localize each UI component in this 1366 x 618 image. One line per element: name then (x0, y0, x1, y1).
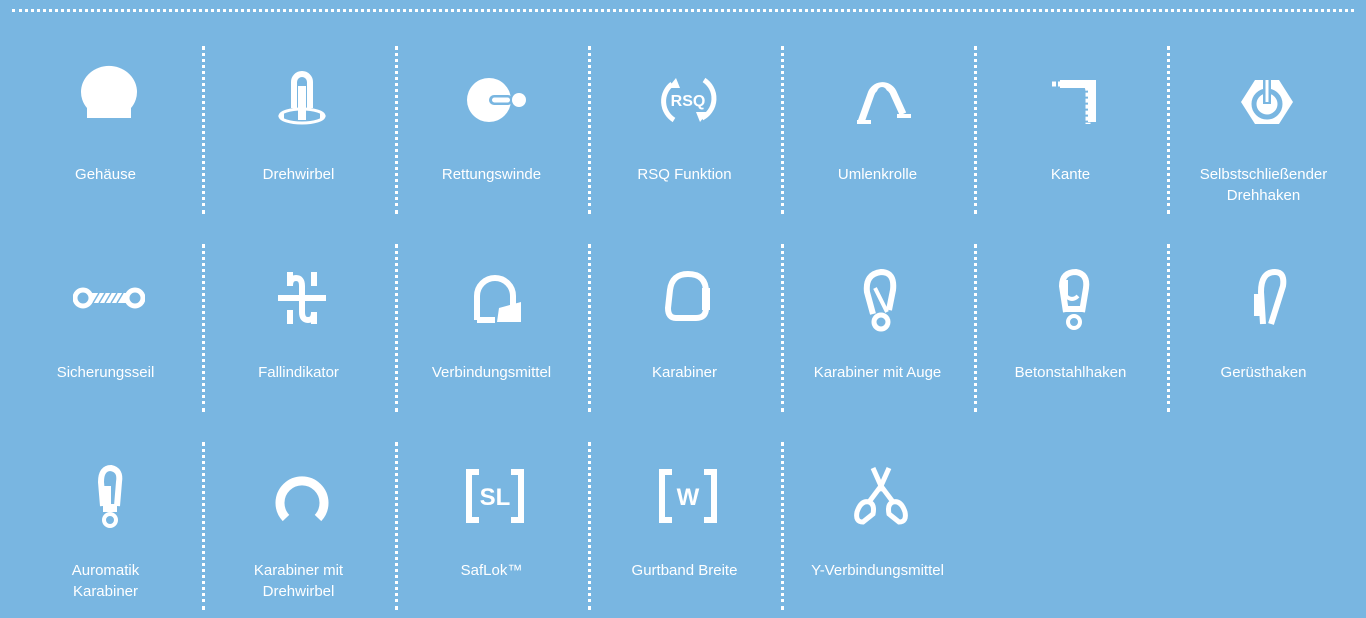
swivel-icon (266, 64, 338, 136)
svg-text:W: W (676, 484, 699, 511)
feature-icon-grid: Gehäuse Drehwirbel Rettungswinde RSQ RSQ… (12, 24, 1357, 618)
rsq-function-icon: RSQ (652, 64, 724, 136)
feature-label: Karabiner mit Auge (813, 364, 942, 381)
top-dotted-divider (12, 9, 1354, 12)
self-closing-swivel-hook-icon (1231, 64, 1303, 136)
feature-pulley: Umlenkrolle (784, 24, 977, 222)
feature-automatic-carabiner: Auromatik Karabiner (12, 420, 205, 618)
feature-label: Fallindikator (258, 364, 339, 381)
feature-label: Sicherungsseil (56, 364, 155, 381)
feature-saflok: SL SafLok™ (398, 420, 591, 618)
feature-rescue-winch: Rettungswinde (398, 24, 591, 222)
rescue-winch-icon (459, 64, 531, 136)
feature-y-lanyard: Y-Verbindungsmittel (784, 420, 977, 618)
feature-webbing-width: W Gurtband Breite (591, 420, 784, 618)
webbing-width-icon: W (652, 460, 724, 532)
feature-housing: Gehäuse (12, 24, 205, 222)
lifeline-cable-icon (72, 262, 145, 334)
feature-swivel: Drehwirbel (205, 24, 398, 222)
feature-label: Gerüsthaken (1220, 364, 1307, 381)
svg-text:SL: SL (479, 484, 510, 511)
automatic-carabiner-icon (73, 460, 145, 532)
saflok-icon: SL (459, 460, 531, 532)
feature-label: Auromatik Karabiner (71, 562, 140, 600)
feature-carabiner-with-eye: Karabiner mit Auge (784, 222, 977, 420)
feature-label: Selbstschließender Drehhaken (1199, 166, 1328, 204)
pulley-icon (845, 64, 917, 136)
feature-row: Sicherungsseil Fallindikator Verbindungs… (12, 222, 1357, 420)
housing-icon (73, 64, 145, 136)
fall-indicator-icon (266, 262, 338, 334)
feature-edge: Kante (977, 24, 1170, 222)
carabiner-icon (652, 262, 724, 334)
svg-text:RSQ: RSQ (670, 93, 705, 110)
rebar-hook-icon (1038, 262, 1110, 334)
feature-carabiner: Karabiner (591, 222, 784, 420)
feature-rebar-hook: Betonstahlhaken (977, 222, 1170, 420)
feature-label: Verbindungsmittel (431, 364, 552, 381)
feature-label: Karabiner mit Drehwirbel (253, 562, 344, 600)
feature-lanyard-connector: Verbindungsmittel (398, 222, 591, 420)
feature-row: Auromatik Karabiner Karabiner mit Drehwi… (12, 420, 1357, 618)
feature-label: Kante (1050, 166, 1091, 183)
feature-label: Betonstahlhaken (1014, 364, 1127, 381)
feature-scaffold-hook: Gerüsthaken (1170, 222, 1363, 420)
swivel-carabiner-icon (266, 460, 338, 532)
feature-label: Karabiner (651, 364, 718, 381)
feature-lifeline-cable: Sicherungsseil (12, 222, 205, 420)
feature-label: Gehäuse (75, 166, 136, 183)
feature-label: Rettungswinde (441, 166, 542, 183)
feature-swivel-carabiner: Karabiner mit Drehwirbel (205, 420, 398, 618)
edge-icon (1038, 64, 1110, 136)
feature-rsq-function: RSQ RSQ Funktion (591, 24, 784, 222)
carabiner-with-eye-icon (845, 262, 917, 334)
feature-label: Umlenkrolle (837, 166, 918, 183)
feature-label: RSQ Funktion (637, 166, 732, 183)
feature-label: Y-Verbindungsmittel (811, 562, 944, 579)
feature-label: SafLok™ (460, 562, 523, 579)
feature-self-closing-swivel-hook: Selbstschließender Drehhaken (1170, 24, 1363, 222)
scaffold-hook-icon (1231, 262, 1303, 334)
feature-fall-indicator: Fallindikator (205, 222, 398, 420)
feature-row: Gehäuse Drehwirbel Rettungswinde RSQ RSQ… (12, 24, 1357, 222)
feature-label: Gurtband Breite (631, 562, 738, 579)
lanyard-connector-icon (459, 262, 531, 334)
y-lanyard-icon (845, 460, 917, 532)
feature-label: Drehwirbel (262, 166, 335, 183)
